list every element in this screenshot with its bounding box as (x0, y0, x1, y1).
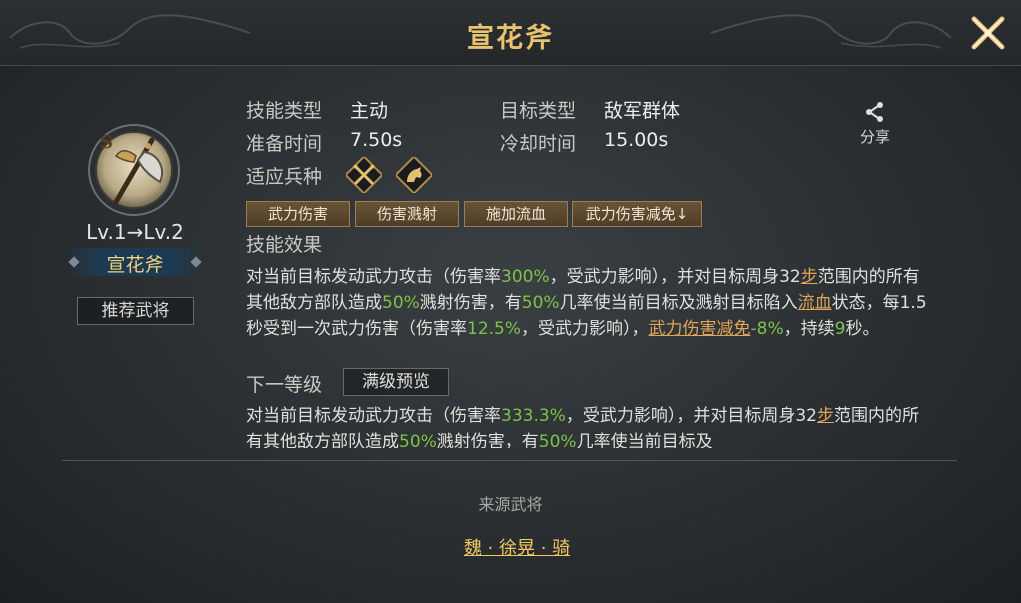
skill-icon: S (86, 122, 182, 218)
cavalry-horse-icon (394, 155, 434, 195)
skill-name-plate: 宣花斧 (66, 248, 204, 276)
effect-heading: 技能效果 (246, 234, 323, 256)
crossed-spears-icon (344, 155, 384, 195)
max-level-preview-button[interactable]: 满级预览 (343, 368, 449, 396)
prep-time-label: 准备时间 (246, 133, 323, 155)
share-button[interactable]: 分享 (852, 100, 898, 150)
tag-item: 伤害溅射 (355, 201, 459, 227)
close-button[interactable] (969, 14, 1007, 52)
prep-time-value: 7.50s (350, 129, 403, 151)
skill-type-value: 主动 (350, 100, 389, 122)
cooldown-value: 15.00s (604, 129, 669, 151)
keyword-link[interactable]: 步 (801, 267, 818, 287)
skill-type-label: 技能类型 (246, 100, 323, 122)
tag-item: 武力伤害减免↓ (572, 201, 702, 227)
tag-item: 武力伤害 (246, 201, 350, 227)
troop-type-label: 适应兵种 (246, 166, 323, 188)
next-level-heading: 下一等级 (246, 374, 323, 396)
source-general-link[interactable]: 魏 · 徐晃 · 骑 (451, 534, 583, 560)
next-level-effect-text: 对当前目标发动武力攻击（伤害率333.3%，受武力影响），并对目标周身32步范围… (246, 406, 919, 448)
next-level-effect-scroll[interactable]: 对当前目标发动武力攻击（伤害率333.3%，受武力影响），并对目标周身32步范围… (246, 403, 936, 448)
title-bar: 宣花斧 (0, 0, 1021, 66)
divider (62, 460, 957, 461)
source-general-heading: 来源武将 (478, 495, 543, 514)
target-type-label: 目标类型 (500, 100, 577, 122)
keyword-link[interactable]: 武力伤害减免 (649, 319, 751, 339)
skill-name: 宣花斧 (106, 254, 164, 276)
target-type-value: 敌军群体 (604, 100, 681, 122)
skill-grade-badge: S (100, 132, 113, 153)
skill-level: Lv.1→Lv.2 (86, 220, 184, 244)
tag-item: 施加流血 (464, 201, 568, 227)
page-title: 宣花斧 (467, 23, 554, 54)
skill-detail-panel: 宣花斧 S Lv.1→Lv.2 宣花斧 推荐武将 技能类型 主动 目标类型 敌军… (0, 0, 1021, 603)
share-label: 分享 (859, 128, 890, 146)
keyword-link[interactable]: 流血 (798, 293, 832, 313)
close-icon (971, 16, 1005, 50)
keyword-link[interactable]: 步 (817, 406, 834, 426)
recommend-general-button[interactable]: 推荐武将 (77, 297, 194, 325)
share-icon (866, 102, 883, 122)
skill-effect-text: 对当前目标发动武力攻击（伤害率300%，受武力影响），并对目标周身32步范围内的… (246, 267, 927, 339)
cooldown-label: 冷却时间 (500, 133, 577, 155)
